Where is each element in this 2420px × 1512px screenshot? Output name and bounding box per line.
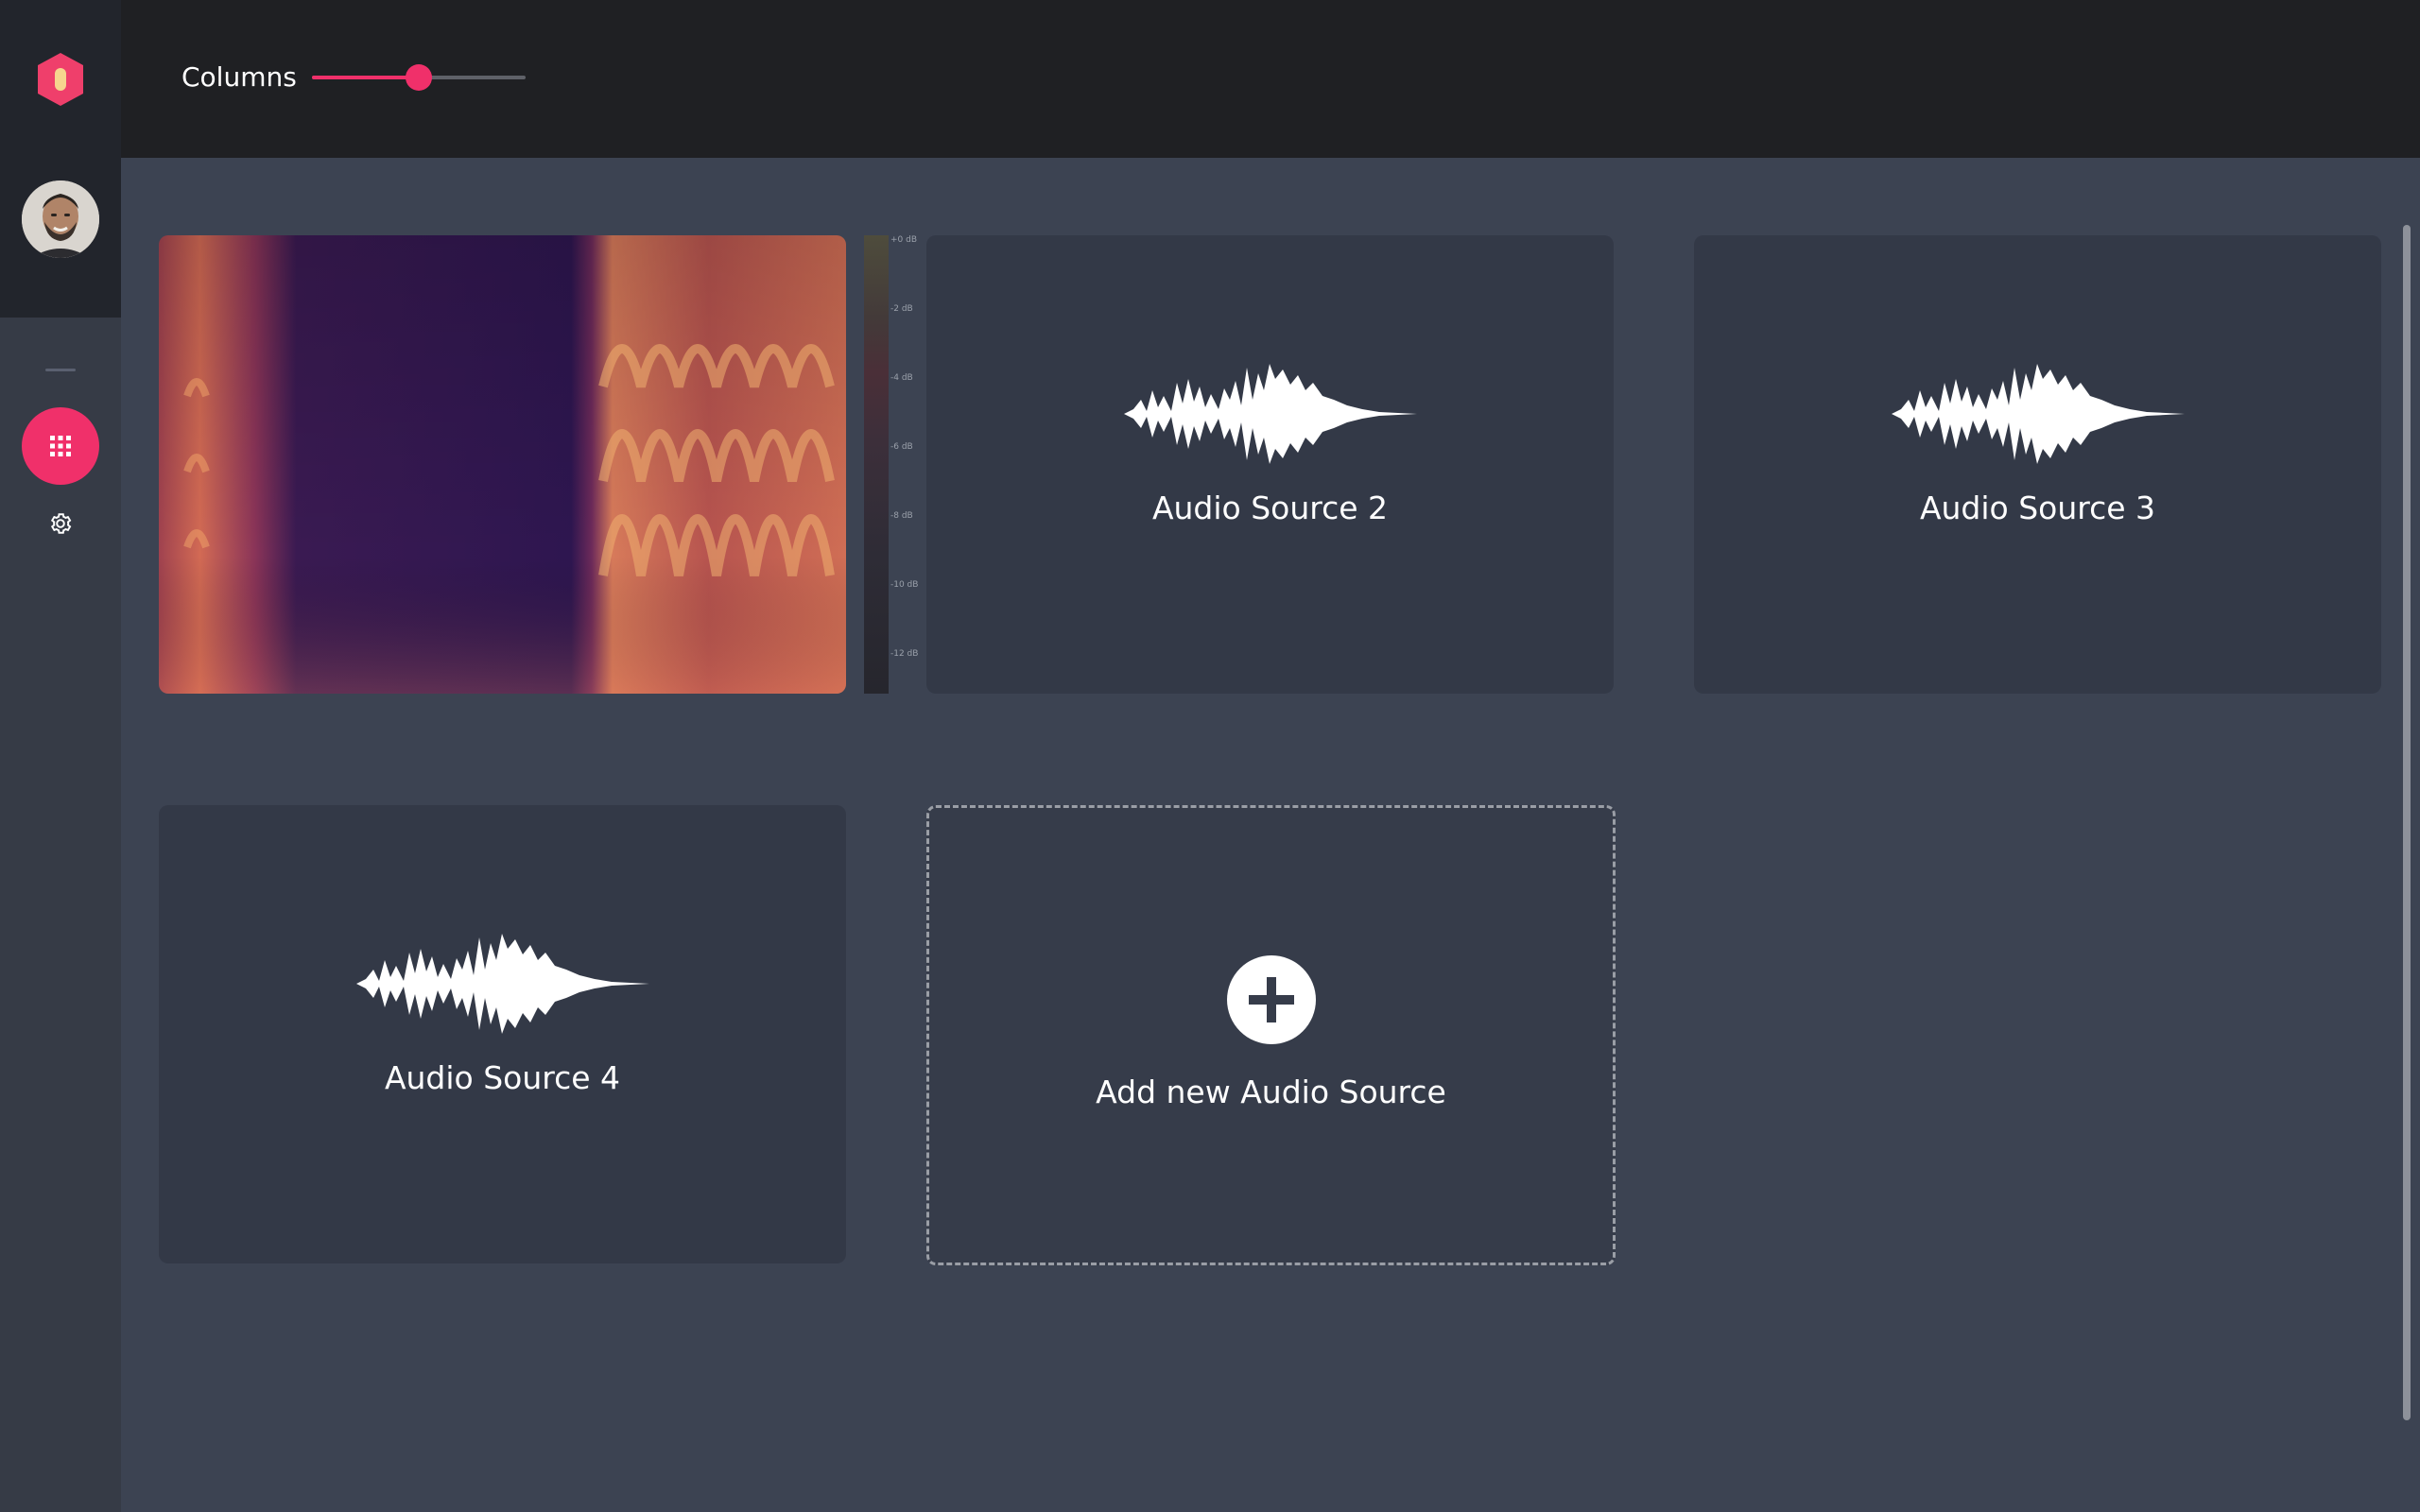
avatar-image <box>22 180 99 258</box>
card-title: Audio Source 4 <box>384 1059 621 1096</box>
colorbar-tick: -8 dB <box>890 511 913 521</box>
card-title: Audio Source 3 <box>1919 490 2156 526</box>
gear-icon <box>50 513 72 534</box>
app-logo[interactable] <box>34 51 87 108</box>
grid-icon <box>50 436 71 456</box>
waveform-icon <box>355 934 649 1034</box>
nav-divider <box>45 369 76 371</box>
colorbar-tick: -6 dB <box>890 442 913 452</box>
colorbar-tick: -4 dB <box>890 373 913 383</box>
top-header: Columns <box>121 0 2420 158</box>
avatar[interactable] <box>22 180 99 258</box>
colorbar-tick: -2 dB <box>890 304 913 314</box>
sidebar-profile-area <box>0 0 121 318</box>
colorbar-tick: -12 dB <box>890 649 919 659</box>
vertical-scrollbar[interactable] <box>2403 225 2411 1420</box>
plus-icon <box>1226 955 1316 1044</box>
columns-slider[interactable] <box>312 59 526 96</box>
spectrogram-card[interactable] <box>159 235 846 694</box>
card-title: Audio Source 2 <box>1151 490 1389 526</box>
add-audio-source-label: Add new Audio Source <box>1096 1074 1446 1110</box>
spectrogram-image <box>159 235 846 694</box>
spectrogram-colorbar <box>864 235 889 694</box>
sidebar <box>0 0 121 1512</box>
waveform-icon <box>1891 364 2185 464</box>
slider-thumb[interactable] <box>406 64 432 91</box>
plus-glyph <box>1248 977 1294 1022</box>
audio-source-card[interactable]: Audio Source 4 <box>159 805 846 1263</box>
audio-source-card[interactable]: Audio Source 3 <box>1694 235 2381 694</box>
slider-fill <box>312 76 419 79</box>
add-audio-source-card[interactable]: Add new Audio Source <box>926 805 1616 1265</box>
colorbar-tick: +0 dB <box>890 235 918 245</box>
audio-source-card[interactable]: Audio Source 2 <box>926 235 1614 694</box>
colorbar-tick: -10 dB <box>890 580 919 590</box>
columns-label: Columns <box>182 61 297 93</box>
nav-grid-button[interactable] <box>22 407 99 485</box>
nav-settings-button[interactable] <box>44 507 77 540</box>
colorbar-ticks: +0 dB -2 dB -4 dB -6 dB -8 dB -10 dB -12… <box>889 235 926 694</box>
waveform-icon <box>1123 364 1417 464</box>
